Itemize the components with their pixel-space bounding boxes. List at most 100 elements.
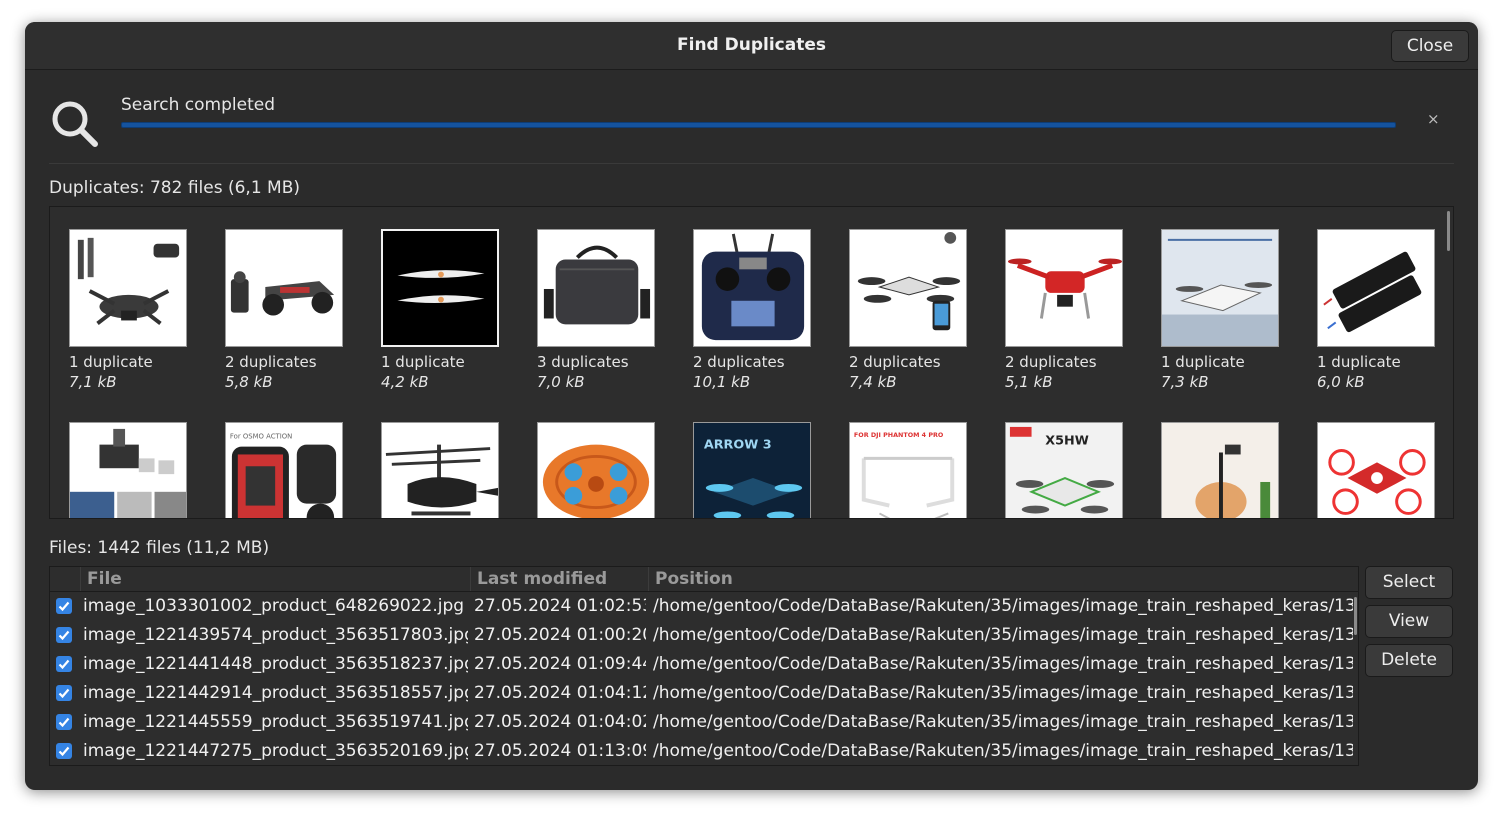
duplicate-tile[interactable] — [537, 422, 655, 518]
modified-cell: 27.05.2024 01:02:53 — [474, 596, 646, 616]
thumbnail[interactable] — [849, 229, 967, 347]
thumbnail[interactable] — [381, 229, 499, 347]
duplicate-tile[interactable]: X5HW — [1005, 422, 1123, 518]
dismiss-icon[interactable]: × — [1427, 110, 1440, 128]
duplicate-tile[interactable] — [1161, 422, 1279, 518]
table-row[interactable]: image_1221442914_product_3563518557.jpg 2… — [50, 679, 1358, 708]
landing-gear-icon: FOR DJI PHANTOM 4 PRO — [854, 431, 955, 518]
table-row[interactable]: image_1221439574_product_3563517803.jpg 2… — [50, 621, 1358, 650]
table-scrollbar[interactable] — [1354, 597, 1357, 635]
duplicate-tile[interactable] — [69, 422, 187, 518]
thumbnail[interactable] — [1317, 229, 1435, 347]
column-last-modified[interactable]: Last modified — [470, 567, 648, 591]
thumbnail[interactable]: X5HW — [1005, 422, 1123, 518]
checkmark-icon — [58, 659, 70, 670]
row-checkbox[interactable] — [56, 598, 72, 614]
checkmark-icon — [58, 688, 70, 699]
thumbnail[interactable]: FOR DJI PHANTOM 4 PRO — [849, 422, 967, 518]
duplicate-count: 1 duplicate — [1161, 353, 1245, 371]
thumbnail[interactable]: For OSMO ACTION — [225, 422, 343, 518]
checkmark-icon — [58, 717, 70, 728]
thumbnail[interactable] — [69, 422, 187, 518]
row-checkbox[interactable] — [56, 656, 72, 672]
table-row[interactable]: image_1221441448_product_3563518237.jpg 2… — [50, 650, 1358, 679]
duplicate-tile[interactable]: 3 duplicates 7,0 kB — [537, 229, 655, 391]
thumbnail[interactable]: ARROW 3 — [693, 422, 811, 518]
duplicate-size: 7,4 kB — [849, 373, 897, 391]
search-icon — [52, 101, 98, 147]
modified-cell: 27.05.2024 01:09:44 — [474, 654, 646, 674]
position-cell: /home/gentoo/Code/DataBase/Rakuten/35/im… — [653, 625, 1353, 645]
mount-icon — [70, 428, 186, 518]
row-checkbox[interactable] — [56, 685, 72, 701]
duplicate-count: 2 duplicates — [849, 353, 941, 371]
duplicate-count: 1 duplicate — [69, 353, 153, 371]
checkbox-column-header[interactable] — [50, 567, 80, 591]
position-cell: /home/gentoo/Code/DataBase/Rakuten/35/im… — [653, 596, 1353, 616]
row-checkbox[interactable] — [56, 627, 72, 643]
duplicate-tile[interactable]: FOR DJI PHANTOM 4 PRO — [849, 422, 967, 518]
duplicate-tile[interactable]: 1 duplicate 6,0 kB — [1317, 229, 1435, 391]
thumbnail[interactable] — [225, 229, 343, 347]
table-row[interactable]: image_1221447275_product_3563520169.jpg 2… — [50, 737, 1358, 765]
duplicate-tile[interactable] — [381, 422, 499, 518]
divider — [49, 163, 1454, 164]
delete-button[interactable]: Delete — [1365, 644, 1453, 677]
thumbnail[interactable] — [1317, 422, 1435, 518]
thumbnail[interactable] — [537, 422, 655, 518]
thumbnail[interactable] — [69, 229, 187, 347]
checkmark-icon — [58, 630, 70, 641]
thumbnail[interactable] — [1161, 422, 1279, 518]
row-checkbox[interactable] — [56, 743, 72, 759]
dialog-title: Find Duplicates — [677, 35, 826, 55]
x5hw-box-icon: X5HW — [1006, 423, 1122, 518]
column-position[interactable]: Position — [648, 567, 1358, 591]
duplicate-count: 2 duplicates — [1005, 353, 1097, 371]
helicopter-icon — [385, 444, 498, 516]
thumbnail[interactable] — [381, 422, 499, 518]
duplicate-tile[interactable]: ARROW 3 — [693, 422, 811, 518]
thumbnail[interactable] — [1161, 229, 1279, 347]
column-file[interactable]: File — [80, 567, 470, 591]
table-row[interactable]: image_1033301002_product_648269022.jpg 27… — [50, 592, 1358, 621]
table-header: File Last modified Position — [50, 567, 1358, 592]
duplicate-size: 6,0 kB — [1317, 373, 1365, 391]
modified-cell: 27.05.2024 01:04:12 — [474, 683, 646, 703]
duplicate-size: 4,2 kB — [381, 373, 429, 391]
duplicate-size: 7,1 kB — [69, 373, 117, 391]
svg-text:FOR DJI PHANTOM 4 PRO: FOR DJI PHANTOM 4 PRO — [854, 431, 944, 439]
view-button[interactable]: View — [1365, 605, 1453, 638]
checkmark-icon — [58, 746, 70, 757]
grid-scrollbar[interactable] — [1447, 211, 1450, 251]
thumbnail[interactable] — [537, 229, 655, 347]
svg-text:ARROW 3: ARROW 3 — [704, 438, 772, 453]
row-checkbox[interactable] — [56, 714, 72, 730]
duplicate-tile[interactable]: 1 duplicate 7,3 kB — [1161, 229, 1279, 391]
file-name-cell: image_1221447275_product_3563520169.jpg — [83, 741, 468, 761]
find-duplicates-dialog: Find Duplicates Close Search completed ×… — [25, 22, 1478, 790]
svg-text:For OSMO ACTION: For OSMO ACTION — [230, 433, 292, 441]
close-button[interactable]: Close — [1391, 30, 1469, 62]
thumbnail[interactable] — [693, 229, 811, 347]
duplicate-size: 5,1 kB — [1005, 373, 1053, 391]
duplicate-tile[interactable]: 2 duplicates 7,4 kB — [849, 229, 967, 391]
duplicate-tile[interactable]: 1 duplicate 4,2 kB — [381, 229, 499, 391]
case-icon: For OSMO ACTION — [230, 433, 337, 518]
duplicate-tile[interactable]: 2 duplicates 5,8 kB — [225, 229, 343, 391]
duplicate-tile[interactable]: For OSMO ACTION — [225, 422, 343, 518]
table-row[interactable]: image_1221445559_product_3563519741.jpg 2… — [50, 708, 1358, 737]
gimbal-icon — [1162, 423, 1278, 518]
duplicate-tile[interactable]: 1 duplicate 7,1 kB — [69, 229, 187, 391]
position-cell: /home/gentoo/Code/DataBase/Rakuten/35/im… — [653, 654, 1353, 674]
drone-icon — [77, 237, 180, 325]
duplicate-count: 2 duplicates — [693, 353, 785, 371]
position-cell: /home/gentoo/Code/DataBase/Rakuten/35/im… — [653, 741, 1353, 761]
duplicates-grid[interactable]: 1 duplicate 7,1 kB 2 duplicates 5,8 kB 1 dup… — [49, 206, 1454, 519]
duplicate-tile[interactable]: 2 duplicates 5,1 kB — [1005, 229, 1123, 391]
duplicate-tile[interactable]: 2 duplicates 10,1 kB — [693, 229, 811, 391]
foldable-drone-icon — [1162, 230, 1278, 346]
position-cell: /home/gentoo/Code/DataBase/Rakuten/35/im… — [653, 712, 1353, 732]
thumbnail[interactable] — [1005, 229, 1123, 347]
select-button[interactable]: Select — [1365, 566, 1453, 599]
duplicate-tile[interactable] — [1317, 422, 1435, 518]
